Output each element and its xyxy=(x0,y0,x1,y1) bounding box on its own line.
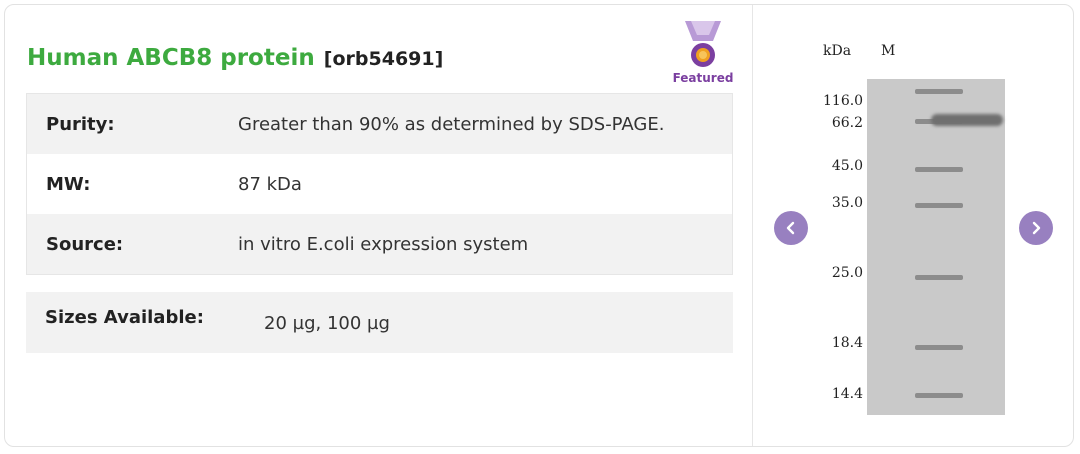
spec-value: Greater than 90% as determined by SDS-PA… xyxy=(238,113,665,135)
chevron-right-icon xyxy=(1032,221,1041,235)
product-heading: Human ABCB8 protein [orb54691] xyxy=(27,45,443,71)
panel-divider xyxy=(752,5,753,446)
ladder-band xyxy=(915,393,963,398)
gel-kda-header: kDa xyxy=(823,43,852,59)
featured-badge: Featured xyxy=(671,17,739,89)
sizes-row: Sizes Available: 20 µg, 100 µg xyxy=(26,292,733,353)
protein-band xyxy=(931,114,1003,126)
spec-value: in vitro E.coli expression system xyxy=(238,233,529,255)
mw-label: 66.2 xyxy=(831,115,863,131)
spec-value: 87 kDa xyxy=(238,173,302,195)
mw-label: 18.4 xyxy=(831,335,863,351)
product-card: Human ABCB8 protein [orb54691] Featured … xyxy=(4,4,1074,447)
prev-image-button[interactable] xyxy=(774,211,808,245)
sds-page-gel-image: kDa M 116.0 66.2 45.0 35.0 25.0 18.4 14.… xyxy=(823,41,1013,421)
sizes-value: 20 µg, 100 µg xyxy=(264,313,390,334)
next-image-button[interactable] xyxy=(1019,211,1053,245)
spec-label: Source: xyxy=(46,233,124,255)
gel-lanes xyxy=(867,79,1005,415)
spec-label: Purity: xyxy=(46,113,115,135)
mw-label: 14.4 xyxy=(831,386,863,402)
product-title[interactable]: Human ABCB8 protein xyxy=(27,45,315,71)
mw-label: 45.0 xyxy=(831,158,863,174)
spec-row-purity: Purity: Greater than 90% as determined b… xyxy=(27,94,732,154)
mw-label: 35.0 xyxy=(831,195,863,211)
spec-table: Purity: Greater than 90% as determined b… xyxy=(26,93,733,275)
product-code: [orb54691] xyxy=(323,48,444,70)
ladder-band xyxy=(915,275,963,280)
sizes-label: Sizes Available: xyxy=(45,307,204,328)
ladder-band xyxy=(915,89,963,94)
ladder-band xyxy=(915,167,963,172)
ladder-band xyxy=(915,345,963,350)
chevron-left-icon xyxy=(786,221,795,235)
spec-row-mw: MW: 87 kDa xyxy=(27,154,732,214)
gel-marker-header: M xyxy=(881,43,896,59)
spec-row-source: Source: in vitro E.coli expression syste… xyxy=(27,214,732,274)
featured-label: Featured xyxy=(672,71,734,85)
medal-icon xyxy=(685,21,721,67)
mw-label: 116.0 xyxy=(823,93,864,109)
ladder-band xyxy=(915,203,963,208)
mw-label: 25.0 xyxy=(831,265,863,281)
spec-label: MW: xyxy=(46,173,91,195)
